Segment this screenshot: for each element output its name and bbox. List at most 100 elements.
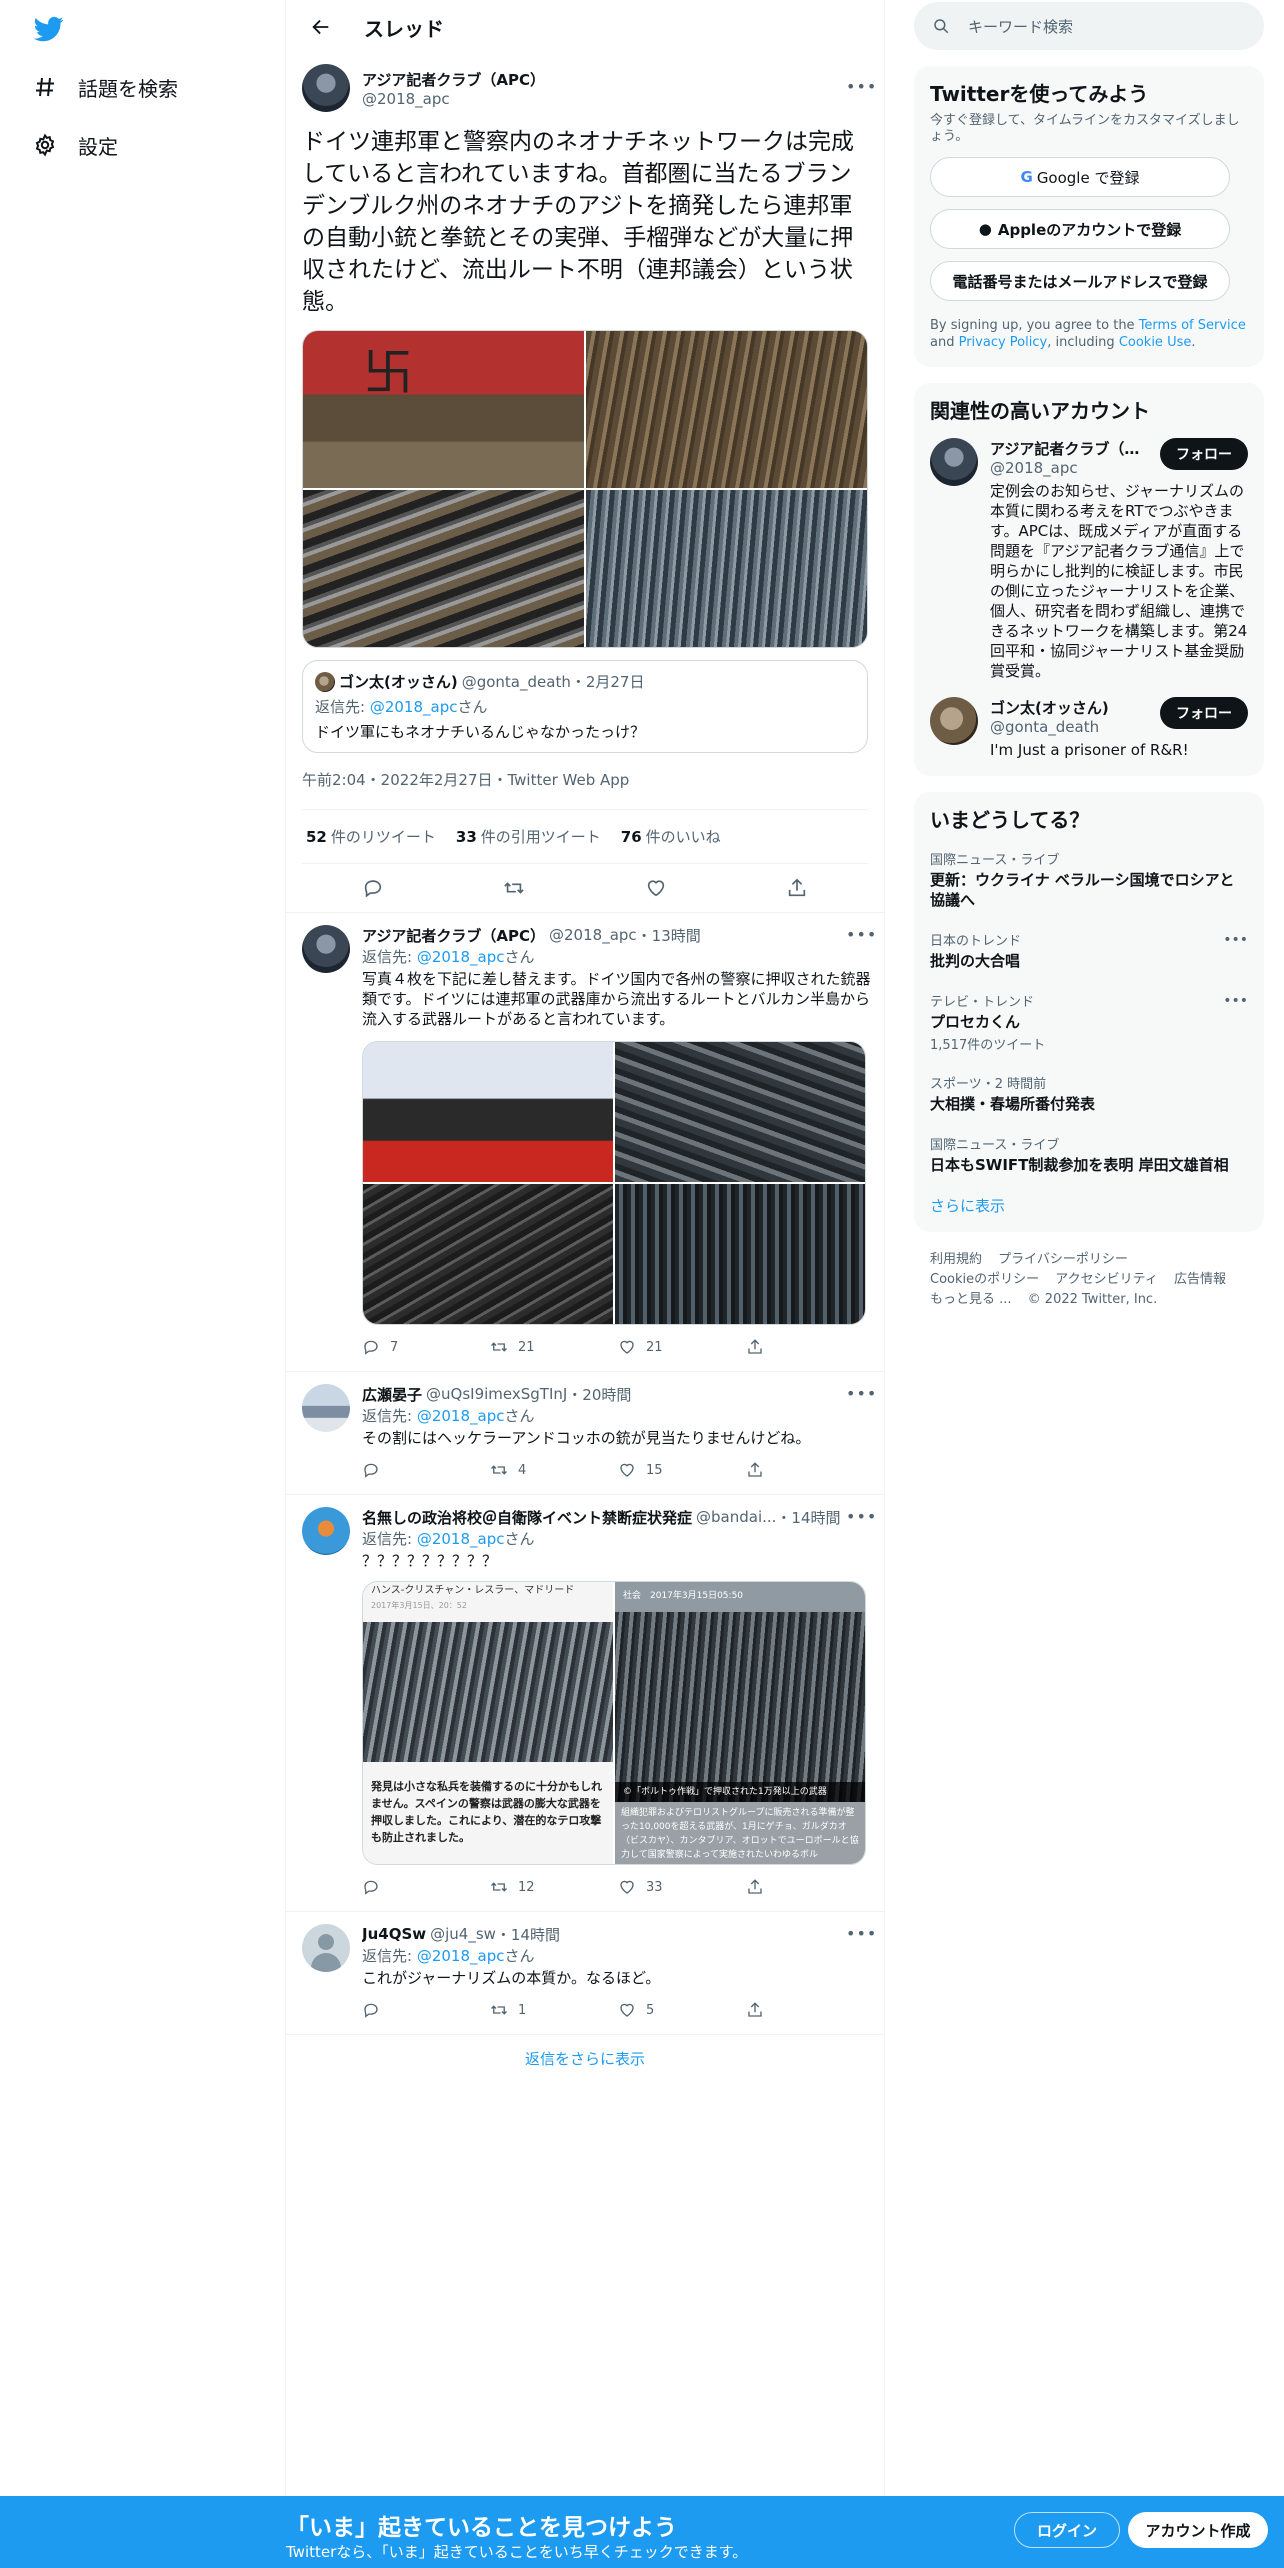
more-options-icon[interactable]: ••• [846,1384,876,1406]
author-handle[interactable]: @uQsI9imexSgTInJ [426,1385,567,1403]
reply-to-link[interactable]: @2018_apc [417,948,505,966]
tweet-photo[interactable] [586,490,867,647]
terms-of-service-link[interactable]: Terms of Service [1139,318,1246,333]
follow-button[interactable]: フォロー [1160,438,1248,470]
retweet-button[interactable]: 1 [490,2001,618,2019]
show-more-replies-link[interactable]: 返信をさらに表示 [286,2034,884,2082]
more-options-icon[interactable]: ••• [846,925,876,947]
follow-button[interactable]: フォロー [1160,697,1248,729]
more-options-icon[interactable]: ••• [1223,932,1248,948]
phone-email-signup-button[interactable]: 電話番号またはメールアドレスで登録 [930,261,1230,301]
quote-reply-to-link[interactable]: @2018_apc [370,698,458,716]
author-name[interactable]: アジア記者クラブ（APC） [362,925,545,945]
author-name[interactable]: Ju4QSw [362,1925,426,1943]
tweet-photo[interactable]: 社会 2017年3月15日05:50 ©「ボルトゥ作戦」で押収された1万発以上の… [615,1582,865,1864]
cookie-use-link[interactable]: Cookie Use [1119,335,1192,350]
trends-show-more-link[interactable]: さらに表示 [930,1195,1248,1216]
retweet-button[interactable]: 12 [490,1878,618,1896]
tweet-time[interactable]: ・20時間 [567,1384,631,1404]
trend-item[interactable]: 国際ニュース・ライブ 更新：ウクライナ ベラルーシ国境でロシアと協議へ [930,839,1248,920]
twitter-logo-icon[interactable] [32,14,66,44]
author-handle[interactable]: @ju4_sw [430,1925,496,1943]
more-options-icon[interactable]: ••• [846,77,876,99]
nav-settings[interactable]: 設定 [32,125,118,165]
retweet-icon[interactable] [503,877,525,899]
avatar[interactable] [930,438,978,486]
reply-button[interactable] [362,2001,490,2019]
reply-to-link[interactable]: @2018_apc [417,1947,505,1965]
avatar[interactable] [302,64,350,112]
tweet-photo[interactable] [363,1042,613,1182]
create-account-button[interactable]: アカウント作成 [1128,2512,1268,2548]
share-button[interactable] [746,1461,874,1479]
tweet-photo[interactable] [303,490,584,647]
quote-tweet-count[interactable]: 33 件の引用ツイート [456,826,601,847]
like-button[interactable]: 15 [618,1461,746,1479]
author-name[interactable]: 広瀬晏子 [362,1384,422,1404]
reply-button[interactable]: 7 [362,1338,490,1356]
related-account[interactable]: ゴン太(オッさん) @gonta_death フォロー I'm Just a p… [930,697,1248,760]
author-name[interactable]: アジア記者クラブ（APC） [362,69,846,90]
tweet-time[interactable]: ・14時間 [496,1924,560,1944]
share-button[interactable] [746,2001,874,2019]
more-options-icon[interactable]: ••• [846,1924,876,1946]
privacy-policy-link[interactable]: Privacy Policy [959,335,1048,350]
trend-item[interactable]: テレビ・トレンド プロセカくん 1,517件のツイート ••• [930,981,1248,1063]
footer-link[interactable]: Cookieのポリシー [930,1272,1039,1287]
tweet-photo[interactable] [615,1184,865,1324]
retweet-count[interactable]: 52 件のリツイート [306,826,436,847]
tweet-photo[interactable]: ハンス-クリスチャン・レスラー、マドリード 2017年3月15日、20：52 発… [363,1582,613,1864]
more-options-icon[interactable]: ••• [1223,993,1248,1009]
author-handle[interactable]: @2018_apc [549,926,637,944]
account-name[interactable]: ゴン太(オッさん) [990,697,1150,718]
retweet-button[interactable]: 4 [490,1461,618,1479]
share-button[interactable] [746,1338,874,1356]
quoted-tweet[interactable]: ゴン太(オッさん) @gonta_death ・ 2月27日 返信先: @201… [302,660,868,753]
footer-link[interactable]: もっと見る ... [930,1292,1012,1307]
author-handle[interactable]: @2018_apc [362,90,846,108]
tweet-meta[interactable]: 午前2:04・2022年2月27日・Twitter Web App [302,769,868,791]
like-button[interactable]: 33 [618,1878,746,1896]
trend-item[interactable]: 国際ニュース・ライブ 日本もSWIFT制裁参加を表明 岸田文雄首相 [930,1124,1248,1185]
reply-button[interactable] [362,1461,490,1479]
avatar[interactable] [302,1507,350,1555]
tweet-photo[interactable] [303,331,584,488]
reply-button[interactable] [362,1878,490,1896]
like-count[interactable]: 76 件のいいね [621,826,721,847]
reply-to-link[interactable]: @2018_apc [417,1530,505,1548]
avatar[interactable] [302,925,350,973]
share-button[interactable] [746,1878,874,1896]
back-arrow-icon[interactable] [310,16,332,38]
account-name[interactable]: アジア記者クラブ（APC） [990,438,1150,459]
account-handle[interactable]: @2018_apc [990,459,1150,477]
footer-link[interactable]: 広告情報 [1174,1272,1226,1287]
reply-tweet[interactable]: アジア記者クラブ（APC） @2018_apc ・13時間 返信先: @2018… [286,912,884,1371]
avatar[interactable] [930,697,978,745]
reply-tweet[interactable]: Ju4QSw @ju4_sw ・14時間 返信先: @2018_apcさん これ… [286,1911,884,2034]
tweet-photo[interactable] [586,331,867,488]
like-button[interactable]: 21 [618,1338,746,1356]
login-button[interactable]: ログイン [1014,2512,1120,2548]
reply-icon[interactable] [362,877,384,899]
like-icon[interactable] [645,877,667,899]
tweet-photo[interactable] [615,1042,865,1182]
like-button[interactable]: 5 [618,2001,746,2019]
footer-link[interactable]: 利用規約 [930,1252,982,1267]
trend-item[interactable]: スポーツ・2 時間前 大相撲・春場所番付発表 [930,1063,1248,1124]
account-handle[interactable]: @gonta_death [990,718,1150,736]
related-account[interactable]: アジア記者クラブ（APC） @2018_apc フォロー 定例会のお知らせ、ジャ… [930,438,1248,681]
tweet-time[interactable]: ・14時間 [776,1507,840,1527]
apple-signup-button[interactable]: ● Appleのアカウントで登録 [930,209,1230,249]
tweet-time[interactable]: ・13時間 [637,925,701,945]
reply-tweet[interactable]: 名無しの政治将校＠自衛隊イベント禁断症状発症 @bandai... ・14時間 … [286,1494,884,1911]
reply-to-link[interactable]: @2018_apc [417,1407,505,1425]
author-handle[interactable]: @bandai... [696,1508,776,1526]
avatar[interactable] [302,1924,350,1972]
trend-item[interactable]: 日本のトレンド 批判の大合唱 ••• [930,920,1248,981]
footer-link[interactable]: プライバシーポリシー [998,1252,1128,1267]
search-input[interactable]: キーワード検索 [914,2,1264,50]
nav-explore[interactable]: 話題を検索 [32,67,178,107]
footer-link[interactable]: アクセシビリティ [1055,1272,1158,1287]
tweet-photo[interactable] [363,1184,613,1324]
more-options-icon[interactable]: ••• [846,1507,876,1529]
